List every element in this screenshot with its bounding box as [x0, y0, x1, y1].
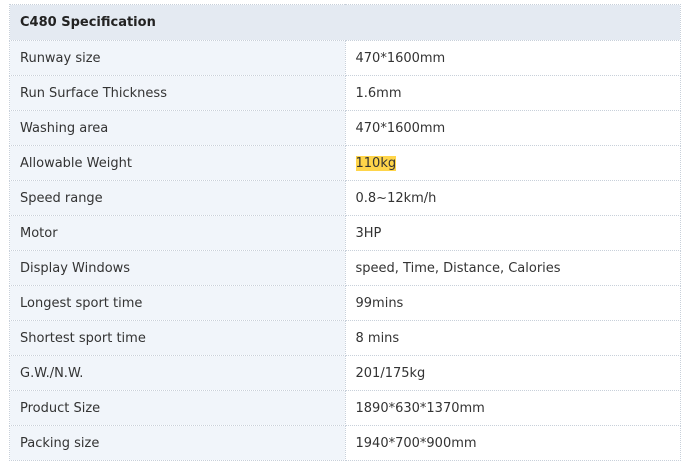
spec-value: 3HP	[355, 225, 382, 241]
spec-label: Motor	[9, 215, 346, 251]
table-row: Runway size 470*1600mm	[9, 40, 681, 76]
spec-value: 470*1600mm	[355, 120, 446, 136]
spec-label: Allowable Weight	[9, 145, 346, 181]
spec-label: G.W./N.W.	[9, 355, 346, 391]
table-row: Longest sport time 99mins	[9, 285, 681, 321]
spec-label: Shortest sport time	[9, 320, 346, 356]
spec-value: 110kg	[355, 155, 397, 171]
spec-value: speed, Time, Distance, Calories	[355, 260, 561, 276]
spec-value-cell: 110kg	[344, 145, 681, 181]
spec-value: 99mins	[355, 295, 404, 311]
spec-table-body: Runway size 470*1600mm Run Surface Thick…	[9, 40, 681, 461]
spec-label: Speed range	[9, 180, 346, 216]
spec-value-cell: 201/175kg	[344, 355, 681, 391]
spec-label: Packing size	[9, 425, 346, 461]
spec-value: 1940*700*900mm	[355, 435, 477, 451]
table-row: Allowable Weight 110kg	[9, 145, 681, 181]
spec-label: Longest sport time	[9, 285, 346, 321]
spec-header-row: C480 Specification	[9, 4, 681, 41]
table-row: Display Windows speed, Time, Distance, C…	[9, 250, 681, 286]
spec-value-cell: 1890*630*1370mm	[344, 390, 681, 426]
spec-value: 201/175kg	[355, 365, 426, 381]
spec-label: Run Surface Thickness	[9, 75, 346, 111]
spec-value-cell: 1.6mm	[344, 75, 681, 111]
spec-value-cell: 8 mins	[344, 320, 681, 356]
table-row: Speed range 0.8~12km/h	[9, 180, 681, 216]
table-row: Motor 3HP	[9, 215, 681, 251]
spec-table: C480 Specification Runway size 470*1600m…	[9, 4, 681, 461]
spec-value-cell: 0.8~12km/h	[344, 180, 681, 216]
table-row: Product Size 1890*630*1370mm	[9, 390, 681, 426]
spec-label: Product Size	[9, 390, 346, 426]
spec-title: C480 Specification	[9, 4, 681, 41]
spec-value-cell: 3HP	[344, 215, 681, 251]
spec-value: 470*1600mm	[355, 50, 446, 66]
spec-value-cell: 470*1600mm	[344, 40, 681, 76]
table-row: Washing area 470*1600mm	[9, 110, 681, 146]
spec-label: Runway size	[9, 40, 346, 76]
spec-table-container: C480 Specification Runway size 470*1600m…	[9, 4, 681, 461]
spec-value-cell: 1940*700*900mm	[344, 425, 681, 461]
spec-value: 1.6mm	[355, 85, 402, 101]
table-row: Run Surface Thickness 1.6mm	[9, 75, 681, 111]
spec-value: 8 mins	[355, 330, 400, 346]
table-row: G.W./N.W. 201/175kg	[9, 355, 681, 391]
spec-value-cell: 99mins	[344, 285, 681, 321]
table-row: Packing size 1940*700*900mm	[9, 425, 681, 461]
table-row: Shortest sport time 8 mins	[9, 320, 681, 356]
spec-value-cell: speed, Time, Distance, Calories	[344, 250, 681, 286]
spec-label: Display Windows	[9, 250, 346, 286]
spec-value: 0.8~12km/h	[355, 190, 437, 206]
spec-value: 1890*630*1370mm	[355, 400, 485, 416]
spec-label: Washing area	[9, 110, 346, 146]
spec-value-cell: 470*1600mm	[344, 110, 681, 146]
